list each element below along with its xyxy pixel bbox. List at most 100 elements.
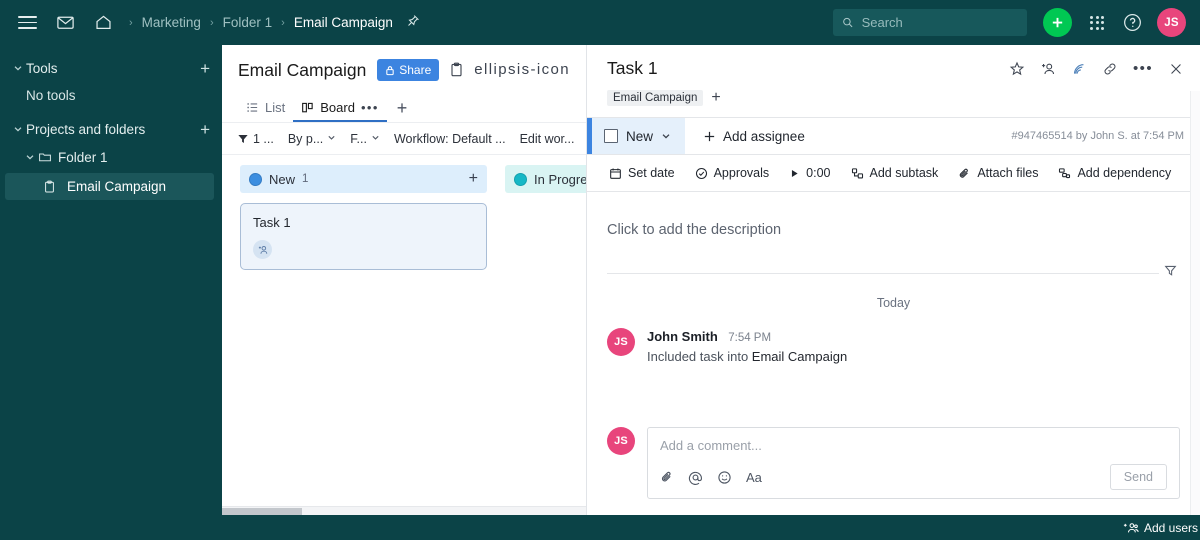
mention-icon[interactable]: [688, 470, 703, 485]
apps-grid-icon[interactable]: [1084, 10, 1110, 36]
breadcrumb-item-marketing[interactable]: Marketing: [140, 15, 203, 30]
column-count-new: 1: [302, 173, 309, 185]
help-icon[interactable]: [1122, 12, 1143, 33]
format-text-icon[interactable]: Aa: [746, 470, 762, 485]
board-more-icon[interactable]: ellipsis-icon: [474, 62, 570, 77]
search-box[interactable]: [833, 9, 1027, 36]
create-button[interactable]: [1043, 8, 1072, 37]
activity-filter-icon[interactable]: [1159, 264, 1182, 277]
activity-text: Included task into Email Campaign: [647, 349, 847, 364]
search-input[interactable]: [861, 15, 1018, 30]
tab-board[interactable]: Board •••: [293, 95, 387, 122]
board-clipboard-icon[interactable]: [449, 62, 464, 78]
chevron-down-icon: [22, 152, 38, 162]
activity-text-link[interactable]: Email Campaign: [752, 349, 847, 364]
close-icon[interactable]: [1168, 61, 1184, 77]
set-date-button[interactable]: Set date: [599, 155, 685, 191]
main-body: Tools + No tools Projects and folders +: [0, 45, 1200, 515]
add-users-button[interactable]: Add users: [1123, 521, 1198, 535]
comment-input-placeholder[interactable]: Add a comment...: [660, 438, 1167, 453]
board-panel: Email Campaign Share ellipsis-icon List …: [222, 45, 587, 515]
chevron-down-icon: [10, 124, 26, 134]
column-header-in-progress[interactable]: In Progre: [505, 165, 586, 193]
task-action-toolbar: Set date Approvals 0:00 Add subtask Atta…: [587, 155, 1200, 192]
edit-workflow-button[interactable]: Edit wor...: [513, 123, 582, 154]
add-dependency-button[interactable]: Add dependency: [1048, 155, 1181, 191]
task-header: Task 1 ••• Email Campaign +: [587, 45, 1200, 117]
link-icon[interactable]: [1102, 61, 1118, 77]
attach-files-button[interactable]: Attach files: [948, 155, 1048, 191]
play-icon: [789, 168, 800, 179]
task-tag-email-campaign[interactable]: Email Campaign: [607, 90, 704, 106]
emoji-icon[interactable]: [717, 470, 732, 485]
task-card-title: Task 1: [253, 215, 291, 230]
follow-rss-icon[interactable]: [1071, 61, 1087, 77]
task-more-icon[interactable]: •••: [1133, 61, 1153, 76]
add-person-icon[interactable]: [253, 240, 272, 259]
activity-time: 7:54 PM: [728, 332, 772, 344]
task-status-dropdown[interactable]: New: [592, 118, 686, 154]
share-button[interactable]: Share: [377, 59, 440, 81]
add-tag-button[interactable]: +: [711, 89, 720, 107]
breadcrumb-item-folder-1[interactable]: Folder 1: [221, 15, 275, 30]
dependency-icon: [1058, 167, 1071, 180]
tab-list[interactable]: List: [238, 95, 293, 122]
column-name-in-progress: In Progre: [534, 171, 586, 187]
send-comment-button[interactable]: Send: [1109, 464, 1167, 490]
left-sidebar: Tools + No tools Projects and folders +: [0, 45, 222, 515]
filter-field-label: F...: [350, 131, 367, 146]
timer-button[interactable]: 0:00: [779, 155, 840, 191]
task-status-row: New Add assignee #947465514 by John S. a…: [587, 117, 1200, 155]
board-icon: [301, 101, 314, 114]
paperclip-icon[interactable]: [660, 470, 674, 484]
breadcrumb-item-email-campaign[interactable]: Email Campaign: [292, 15, 395, 30]
add-view-button[interactable]: +: [387, 98, 418, 119]
sidebar-no-tools-text: No tools: [26, 88, 76, 103]
board-scrollbar-thumb[interactable]: [222, 508, 302, 515]
sidebar-add-project-button[interactable]: +: [194, 121, 210, 138]
home-icon[interactable]: [88, 8, 118, 38]
board-horizontal-scrollbar[interactable]: [222, 506, 586, 515]
board-title: Email Campaign: [238, 59, 367, 80]
add-watcher-icon[interactable]: [1040, 61, 1056, 77]
sidebar-item-folder-1[interactable]: Folder 1: [0, 143, 222, 171]
top-navigation-bar: › Marketing › Folder 1 › Email Campaign: [0, 0, 1200, 45]
set-date-label: Set date: [628, 166, 675, 180]
chevron-down-icon: [661, 131, 671, 141]
plus-icon: [1052, 17, 1063, 28]
activity-text-prefix: Included task into: [647, 349, 752, 364]
clipboard-icon: [43, 180, 59, 194]
filter-by-priority[interactable]: By p...: [281, 123, 343, 154]
task-description-placeholder[interactable]: Click to add the description: [587, 192, 1200, 238]
sidebar-add-tool-button[interactable]: +: [194, 60, 210, 77]
workflow-selector[interactable]: Workflow: Default ...: [387, 123, 513, 154]
tab-board-label: Board: [320, 100, 355, 115]
sidebar-group-tools[interactable]: Tools +: [0, 54, 222, 82]
comment-input-box[interactable]: Add a comment... Aa Send: [647, 427, 1180, 499]
column-header-new[interactable]: New 1 +: [240, 165, 487, 193]
pin-icon[interactable]: [405, 13, 421, 32]
filter-count-button[interactable]: 1 ...: [230, 123, 281, 154]
task-card[interactable]: Task 1: [240, 203, 487, 270]
user-avatar[interactable]: JS: [1157, 8, 1186, 37]
breadcrumb-separator: ›: [129, 16, 133, 29]
mail-icon[interactable]: [50, 8, 80, 38]
approvals-button[interactable]: Approvals: [685, 155, 780, 191]
sidebar-item-email-campaign[interactable]: Email Campaign: [5, 173, 214, 200]
board-columns-area: New 1 + Task 1 In Progre: [222, 155, 586, 515]
comment-composer: JS Add a comment... Aa Send: [587, 410, 1200, 499]
task-complete-checkbox[interactable]: [604, 129, 618, 143]
add-assignee-button[interactable]: Add assignee: [703, 129, 805, 144]
sidebar-group-projects[interactable]: Projects and folders +: [0, 115, 222, 143]
add-subtask-button[interactable]: Add subtask: [841, 155, 949, 191]
hamburger-menu-icon[interactable]: [12, 8, 42, 38]
task-status-label: New: [626, 128, 654, 144]
task-panel-scrollbar[interactable]: [1190, 91, 1200, 515]
tab-board-more-icon[interactable]: •••: [361, 101, 379, 114]
star-icon[interactable]: [1009, 61, 1025, 77]
activity-divider: [607, 264, 1182, 277]
add-card-button[interactable]: +: [469, 170, 478, 188]
filter-field[interactable]: F...: [343, 123, 387, 154]
sidebar-group-projects-label: Projects and folders: [26, 121, 146, 137]
workflow-label: Workflow: Default ...: [393, 131, 506, 146]
